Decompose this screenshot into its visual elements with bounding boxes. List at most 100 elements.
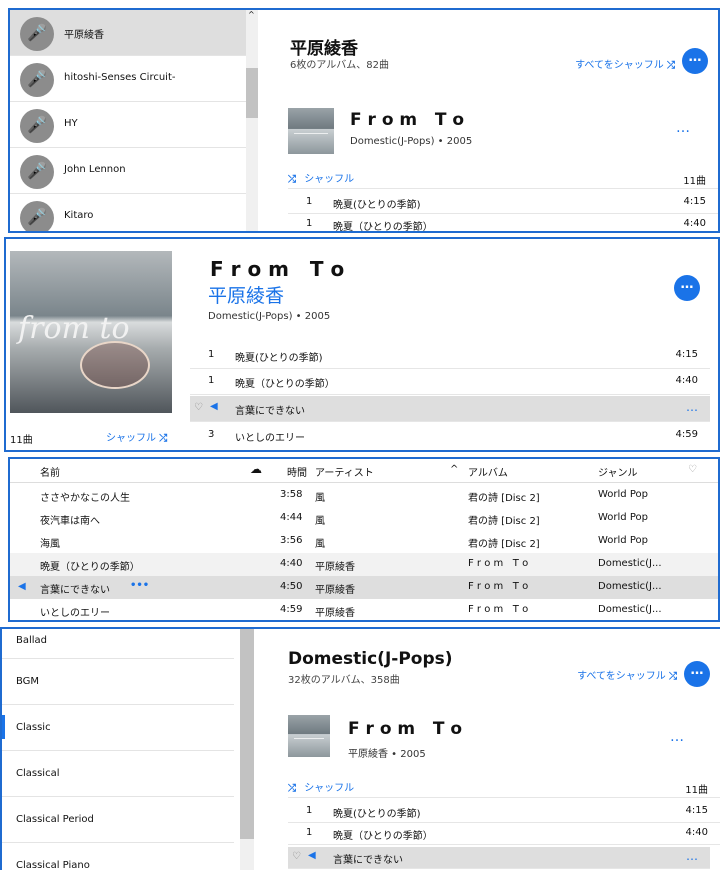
song-genre: World Pop [598, 512, 648, 523]
genre-name: Classical [16, 768, 60, 779]
shuffle-all-button[interactable]: すべてをシャッフル ⤮ [577, 667, 677, 682]
column-header-name[interactable]: 名前 [40, 464, 60, 479]
song-name: いとしのエリー [40, 608, 110, 619]
heart-icon[interactable]: ♡ [292, 851, 301, 862]
table-row[interactable]: いとしのエリー 4:59 平原綾香 F r o m T o Domestic(J… [10, 599, 718, 620]
table-header: 名前 ☁ 時間 アーティスト ^ アルバム ジャンル ♡ [10, 459, 718, 483]
track-row[interactable]: 1 晩夏（ひとりの季節） 4:40 [288, 823, 720, 845]
track-row[interactable]: 1 晩夏(ひとりの季節) 4:15 [288, 192, 718, 214]
heart-icon[interactable]: ♡ [194, 402, 203, 413]
track-duration: 4:15 [675, 349, 698, 360]
artist-item-1[interactable]: 🎤 hitoshi-Senses Circuit- [10, 56, 246, 102]
artist-item-4[interactable]: 🎤 Kitaro [10, 194, 246, 231]
album-artist-link[interactable]: 平原綾香 [208, 281, 284, 308]
artist-name: Kitaro [64, 210, 94, 221]
song-time: 3:56 [280, 535, 303, 546]
album-shuffle-button[interactable]: ⤮ シャッフル [288, 170, 354, 185]
genre-item-1[interactable]: BGM [2, 659, 234, 705]
track-title: 言葉にできない [333, 855, 403, 866]
table-row[interactable]: 海風 3:56 風 君の詩 [Disc 2] World Pop [10, 530, 718, 553]
track-row[interactable]: 1 晩夏（ひとりの季節） 4:40 [190, 369, 710, 395]
genre-item-4[interactable]: Classical Period [2, 797, 234, 843]
shuffle-label: シャッフル [106, 433, 156, 444]
table-row[interactable]: 晩夏（ひとりの季節） 4:40 平原綾香 F r o m T o Domesti… [10, 553, 718, 576]
song-album: 君の詩 [Disc 2] [468, 539, 540, 550]
column-header-album[interactable]: アルバム [468, 464, 508, 479]
track-title: 晩夏（ひとりの季節） [333, 222, 433, 233]
genre-item-0[interactable]: Ballad [2, 629, 234, 659]
album-shuffle-button[interactable]: ⤮ シャッフル [288, 779, 354, 794]
song-genre: World Pop [598, 489, 648, 500]
track-duration: 4:15 [685, 805, 708, 816]
scroll-up-icon[interactable]: ^ [248, 10, 255, 19]
now-playing-icon: ◀ [18, 581, 26, 592]
album-meta: 平原綾香 • 2005 [348, 749, 426, 760]
artist-item-3[interactable]: 🎤 John Lennon [10, 148, 246, 194]
artist-list-scrollbar[interactable]: ^ [246, 10, 258, 231]
album-art-thumbnail[interactable] [288, 108, 334, 154]
column-header-artist[interactable]: アーティスト [315, 464, 374, 479]
album-title: F r o m T o [350, 110, 465, 130]
album-art-thumbnail[interactable] [288, 715, 330, 757]
track-row[interactable]: 1 晩夏（ひとりの季節） 4:40 [288, 214, 718, 233]
song-time: 3:58 [280, 489, 303, 500]
more-button[interactable]: … [684, 661, 710, 687]
divider [288, 797, 720, 798]
column-header-genre[interactable]: ジャンル [598, 464, 638, 479]
album-view-panel: from to 11曲 シャッフル ⤮ F r o m T o 平原綾香 Dom… [4, 237, 720, 452]
track-title: 言葉にできない [235, 406, 305, 417]
song-genre: Domestic(J... [598, 604, 662, 615]
artist-view-panel: 🎤 平原綾香 🎤 hitoshi-Senses Circuit- 🎤 HY 🎤 John… [8, 8, 720, 233]
genre-name: Classic [16, 722, 51, 733]
genre-item-5[interactable]: Classical Piano [2, 843, 234, 870]
track-row-selected[interactable]: ♡ ◀ 言葉にできない … [288, 847, 710, 869]
genre-item-3[interactable]: Classical [2, 751, 234, 797]
column-header-time[interactable]: 時間 [287, 464, 307, 479]
album-more-button[interactable]: … [670, 729, 684, 745]
more-button[interactable]: … [682, 48, 708, 74]
album-art[interactable]: from to [10, 251, 172, 413]
album-shuffle-button[interactable]: シャッフル ⤮ [106, 429, 167, 444]
now-playing-icon: ◀ [308, 850, 316, 861]
scrollbar-thumb[interactable] [246, 68, 258, 118]
table-row[interactable]: ささやかなこの人生 3:58 風 君の詩 [Disc 2] World Pop [10, 484, 718, 507]
heart-icon[interactable]: ♡ [688, 464, 697, 475]
song-genre: Domestic(J... [598, 558, 662, 569]
track-number: 1 [208, 375, 215, 386]
artist-item-2[interactable]: 🎤 HY [10, 102, 246, 148]
scrollbar-thumb[interactable] [240, 629, 254, 839]
track-number: 3 [208, 429, 215, 440]
shuffle-icon: ⤮ [159, 433, 167, 444]
sort-ascending-icon: ^ [450, 464, 459, 475]
track-more-button[interactable]: … [686, 400, 698, 414]
genre-name: Ballad [16, 635, 48, 646]
artist-item-0[interactable]: 🎤 平原綾香 [10, 10, 246, 56]
song-name: 言葉にできない [40, 585, 110, 596]
table-row[interactable]: 夜汽車は南へ 4:44 風 君の詩 [Disc 2] World Pop [10, 507, 718, 530]
row-more-button[interactable]: ••• [130, 580, 149, 591]
shuffle-label: シャッフル [304, 783, 355, 794]
track-more-button[interactable]: … [686, 849, 698, 863]
genre-list-scrollbar[interactable] [240, 629, 254, 870]
shuffle-label: シャッフル [304, 174, 355, 185]
album-meta: Domestic(J-Pops) • 2005 [350, 136, 473, 147]
song-album: F r o m T o [468, 558, 529, 569]
cloud-icon[interactable]: ☁ [250, 462, 262, 476]
track-duration: 4:40 [683, 218, 706, 229]
album-more-button[interactable]: … [676, 120, 690, 136]
track-row-selected[interactable]: ♡ ◀ 言葉にできない … [190, 396, 710, 422]
track-row[interactable]: 1 晩夏(ひとりの季節) 4:15 [190, 343, 710, 369]
shuffle-all-button[interactable]: すべてをシャッフル ⤮ [575, 56, 675, 71]
microphone-icon: 🎤 [20, 17, 54, 51]
track-row[interactable]: 1 晩夏(ひとりの季節) 4:15 [288, 801, 720, 823]
song-genre: Domestic(J... [598, 581, 662, 592]
genre-item-2[interactable]: Classic [2, 705, 234, 751]
track-number: 1 [306, 805, 313, 816]
track-number: 1 [208, 349, 215, 360]
table-row-selected[interactable]: ◀ 言葉にできない ••• 4:50 平原綾香 F r o m T o Dome… [10, 576, 718, 599]
selection-indicator [2, 715, 5, 739]
song-name: ささやかなこの人生 [40, 493, 130, 504]
track-row[interactable]: 3 いとしのエリー 4:59 [190, 423, 710, 449]
more-button[interactable]: … [674, 275, 700, 301]
track-duration: 4:40 [675, 375, 698, 386]
